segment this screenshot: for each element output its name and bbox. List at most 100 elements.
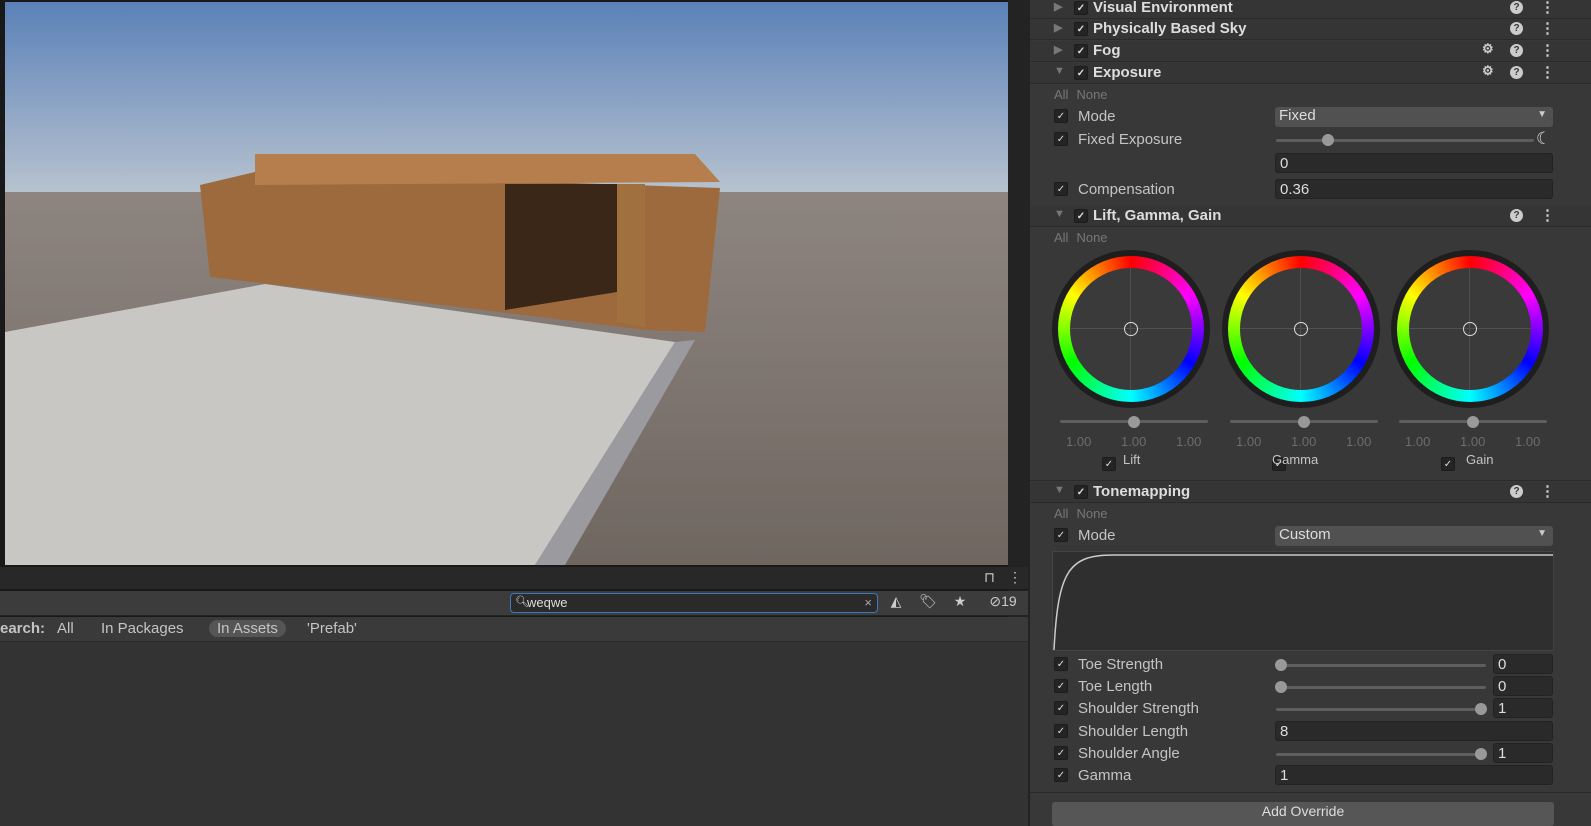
override-checkbox[interactable]: ✓	[1054, 768, 1068, 782]
slider-handle[interactable]	[1475, 703, 1487, 715]
value-input[interactable]: 1	[1275, 765, 1553, 785]
help-icon[interactable]: ?	[1510, 22, 1523, 35]
fixed-exposure-slider[interactable]	[1276, 139, 1534, 142]
none-link[interactable]: None	[1076, 87, 1107, 102]
override-checkbox[interactable]: ✓	[1054, 701, 1068, 715]
project-toolbar: ⊓ ⋮	[0, 567, 1028, 590]
override-checkbox[interactable]: ✓	[1102, 457, 1116, 471]
kebab-icon[interactable]: ⋮	[1540, 41, 1555, 59]
favorite-star-icon[interactable]: ★	[946, 593, 974, 613]
search-input[interactable]: 🔍︎ weqwe ×	[510, 593, 878, 613]
section-enable-checkbox[interactable]: ✓	[1074, 66, 1088, 80]
override-checkbox[interactable]: ✓	[1441, 457, 1455, 471]
value-input[interactable]: 0	[1493, 676, 1553, 696]
chevron-down-icon: ▼	[1537, 109, 1547, 120]
collapse-icon[interactable]: ▼	[1054, 65, 1065, 77]
section-exposure[interactable]: ▼ ✓ Exposure ⚙? ⋮	[1030, 63, 1591, 84]
wheel-handle[interactable]	[1124, 322, 1138, 336]
none-link[interactable]: None	[1076, 506, 1107, 521]
value-input[interactable]: 1	[1493, 698, 1553, 718]
slider-handle[interactable]	[1275, 659, 1287, 671]
value-input[interactable]: 8	[1275, 721, 1553, 741]
hidden-packages-button[interactable]: ⊘19	[982, 593, 1024, 613]
section-enable-checkbox[interactable]: ✓	[1074, 209, 1088, 223]
section-physically-based-sky[interactable]: ▶ ✓ Physically Based Sky? ⋮	[1030, 19, 1591, 40]
slider-track[interactable]	[1276, 664, 1486, 667]
none-link[interactable]: None	[1076, 230, 1107, 245]
wheel-handle[interactable]	[1294, 322, 1308, 336]
expand-icon[interactable]: ▶	[1054, 43, 1062, 56]
field-label: Mode	[1078, 108, 1116, 125]
section-visual-environment[interactable]: ▶ ✓ Visual Environment? ⋮	[1030, 0, 1591, 19]
tonemapping-mode-row: ✓ Mode Custom ▼	[1030, 526, 1591, 546]
help-icon[interactable]: ?	[1510, 66, 1523, 79]
help-icon[interactable]: ?	[1510, 209, 1523, 222]
kebab-icon[interactable]: ⋮	[1540, 482, 1555, 500]
exposure-mode-dropdown[interactable]: Fixed ▼	[1275, 107, 1553, 127]
all-link[interactable]: All	[1054, 230, 1068, 245]
wheel-handle[interactable]	[1463, 322, 1477, 336]
scope-all[interactable]: All	[57, 620, 74, 637]
lock-icon[interactable]: ⊓	[984, 569, 995, 586]
slider-handle[interactable]	[1467, 416, 1479, 428]
override-checkbox[interactable]: ✓	[1054, 182, 1068, 196]
section-enable-checkbox[interactable]: ✓	[1074, 44, 1088, 58]
help-icon[interactable]: ?	[1510, 485, 1523, 498]
filter-by-label-icon[interactable]: 🏷︎	[914, 593, 942, 613]
slider-track[interactable]	[1276, 753, 1486, 756]
scope-in-assets[interactable]: In Assets	[209, 620, 286, 637]
override-checkbox[interactable]: ✓	[1054, 746, 1068, 760]
help-icon[interactable]: ?	[1510, 1, 1523, 14]
slider-handle[interactable]	[1128, 416, 1140, 428]
section-enable-checkbox[interactable]: ✓	[1074, 1, 1088, 15]
scope-in-packages[interactable]: In Packages	[101, 620, 184, 637]
gear-plus-icon[interactable]: ⚙	[1482, 63, 1494, 79]
override-checkbox[interactable]: ✓	[1054, 657, 1068, 671]
section-enable-checkbox[interactable]: ✓	[1074, 485, 1088, 499]
scope-prefab[interactable]: 'Prefab'	[307, 620, 357, 637]
slider-handle[interactable]	[1321, 134, 1334, 146]
override-checkbox[interactable]: ✓	[1054, 679, 1068, 693]
filter-by-type-icon[interactable]: ◭	[882, 593, 910, 613]
compensation-input[interactable]: 0.36	[1275, 179, 1553, 199]
override-checkbox[interactable]: ✓	[1054, 132, 1068, 146]
kebab-icon[interactable]: ⋮	[1540, 19, 1555, 37]
tonemapping-mode-dropdown[interactable]: Custom ▼	[1275, 526, 1553, 546]
collapse-icon[interactable]: ▼	[1054, 208, 1065, 220]
section-fog[interactable]: ▶ ✓ Fog ⚙? ⋮	[1030, 41, 1591, 62]
slider-handle[interactable]	[1275, 681, 1287, 693]
value-input[interactable]: 1	[1493, 743, 1553, 763]
kebab-icon[interactable]: ⋮	[1540, 0, 1555, 16]
color-wheel-gain[interactable]	[1391, 250, 1549, 408]
section-enable-checkbox[interactable]: ✓	[1074, 22, 1088, 36]
help-icon[interactable]: ?	[1510, 44, 1523, 57]
slider-track[interactable]	[1276, 708, 1486, 711]
chevron-down-icon: ▼	[1537, 528, 1547, 539]
kebab-icon[interactable]: ⋮	[1008, 569, 1022, 586]
kebab-icon[interactable]: ⋮	[1540, 63, 1555, 81]
all-link[interactable]: All	[1054, 87, 1068, 102]
color-wheel-lift[interactable]	[1052, 250, 1210, 408]
section-lift-gamma-gain[interactable]: ▼ ✓ Lift, Gamma, Gain? ⋮	[1030, 206, 1591, 227]
slider-handle[interactable]	[1475, 748, 1487, 760]
dropdown-value: Custom	[1279, 526, 1331, 543]
add-override-button[interactable]: Add Override	[1052, 802, 1554, 826]
color-wheel-gamma[interactable]	[1222, 250, 1380, 408]
kebab-icon[interactable]: ⋮	[1540, 206, 1555, 224]
expand-icon[interactable]: ▶	[1054, 21, 1062, 34]
fixed-exposure-input[interactable]: 0	[1275, 153, 1553, 173]
section-tonemapping[interactable]: ▼ ✓ Tonemapping? ⋮	[1030, 482, 1591, 503]
slider-track[interactable]	[1276, 686, 1486, 689]
override-checkbox[interactable]: ✓	[1054, 724, 1068, 738]
expand-icon[interactable]: ▶	[1054, 0, 1062, 13]
value-input[interactable]: 0	[1493, 654, 1553, 674]
gear-plus-icon[interactable]: ⚙	[1482, 41, 1494, 57]
collapse-icon[interactable]: ▼	[1054, 484, 1065, 496]
override-checkbox[interactable]: ✓	[1054, 528, 1068, 542]
slider-handle[interactable]	[1298, 416, 1310, 428]
value-g: 1.00	[1291, 434, 1317, 449]
clear-search-button[interactable]: ×	[864, 595, 872, 610]
all-link[interactable]: All	[1054, 506, 1068, 521]
scene-viewport[interactable]	[5, 2, 1008, 565]
override-checkbox[interactable]: ✓	[1054, 109, 1068, 123]
